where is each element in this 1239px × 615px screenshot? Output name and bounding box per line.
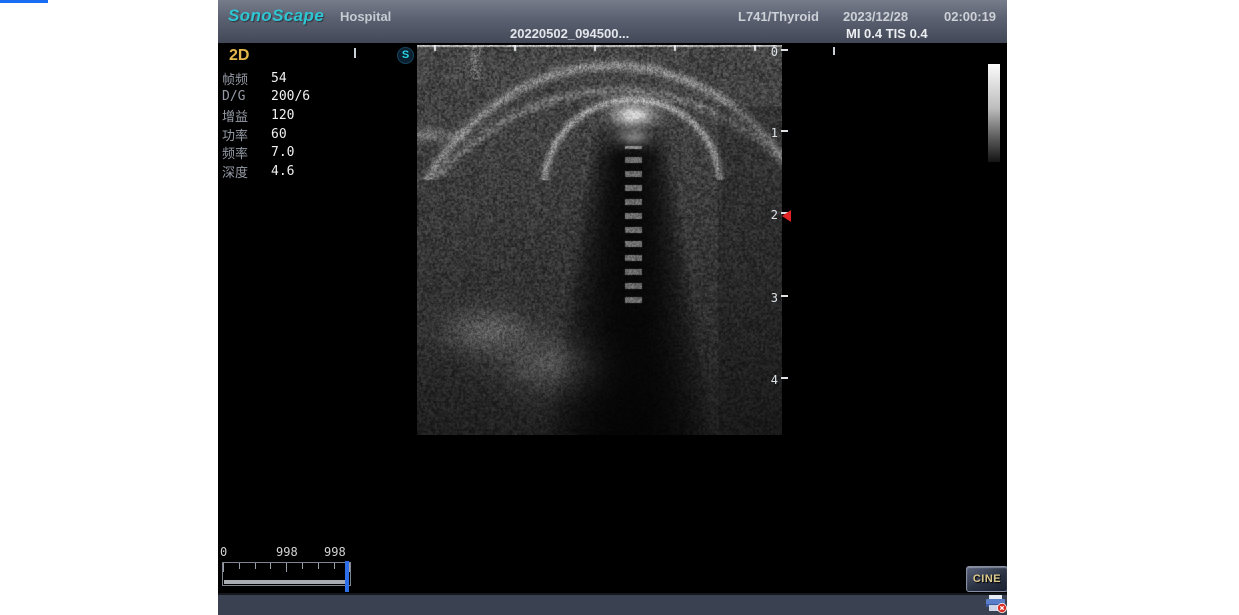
hospital-name: Hospital — [340, 9, 391, 24]
grayscale-bar — [988, 64, 1000, 162]
depth-tick-0 — [781, 49, 788, 51]
ultrasound-image — [417, 45, 782, 435]
s-orientation-icon: S — [397, 47, 414, 64]
param-power: 功率 60 — [222, 125, 310, 144]
param-depth: 深度 4.6 — [222, 162, 310, 181]
probe-preset-label: L741/Thyroid — [738, 9, 819, 24]
focus-marker-icon[interactable] — [782, 210, 791, 222]
system-date: 2023/12/28 — [843, 9, 908, 24]
param-frame-rate: 帧频 54 — [222, 69, 310, 88]
param-dynamic-range: D/G 200/6 — [222, 88, 310, 107]
bottom-status-bar — [218, 593, 1007, 615]
param-gain: 增益 120 — [222, 106, 310, 125]
depth-label-2: 2 — [758, 208, 778, 222]
param-frequency: 频率 7.0 — [222, 143, 310, 162]
depth-tick-3 — [781, 295, 788, 297]
image-boundary-tick-right — [833, 47, 835, 55]
imaging-mode-label: 2D — [229, 47, 249, 65]
depth-label-3: 3 — [758, 291, 778, 305]
image-boundary-tick-left — [354, 48, 356, 58]
system-time: 02:00:19 — [944, 9, 996, 24]
depth-tick-4 — [781, 377, 788, 379]
cine-position-cursor[interactable] — [345, 561, 349, 592]
cine-scale-mid: 998 — [276, 545, 298, 559]
parameter-panel: 帧频 54 D/G 200/6 增益 120 功率 60 频率 7.0 深度 4… — [222, 69, 310, 181]
cine-progress-fill — [224, 580, 345, 584]
cine-scale-start: 0 — [220, 545, 227, 559]
cine-scale-end: 998 — [324, 545, 346, 559]
printer-error-icon[interactable] — [984, 595, 1007, 613]
depth-tick-1 — [781, 130, 788, 132]
depth-label-1: 1 — [758, 126, 778, 140]
top-status-bar: SonoScape Hospital L741/Thyroid 2023/12/… — [218, 0, 1007, 43]
ultrasound-screen: SonoScape Hospital L741/Thyroid 2023/12/… — [218, 0, 1007, 615]
browser-loading-bar — [0, 0, 48, 3]
acoustic-indices: MI 0.4 TIS 0.4 — [846, 26, 928, 41]
exam-id: 20220502_094500... — [510, 26, 629, 41]
cine-button[interactable]: CINE — [966, 566, 1007, 592]
brand-logo: SonoScape — [228, 6, 324, 26]
depth-label-4: 4 — [758, 373, 778, 387]
depth-label-0: 0 — [758, 45, 778, 59]
